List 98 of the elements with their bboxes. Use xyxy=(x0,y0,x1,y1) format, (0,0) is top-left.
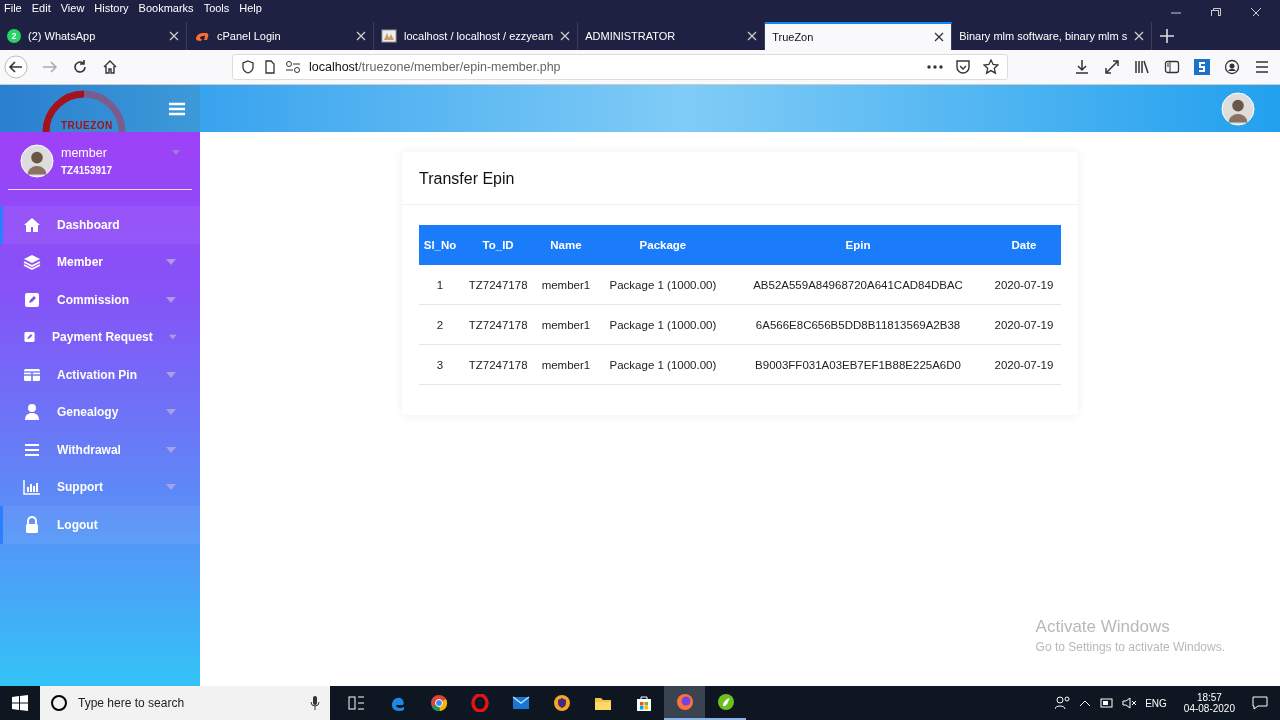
person-icon xyxy=(23,403,41,422)
sidebar-icon[interactable] xyxy=(1164,59,1180,75)
reload-icon[interactable] xyxy=(72,59,88,75)
user-name: member xyxy=(61,146,108,160)
search-input[interactable]: Type here to search xyxy=(76,695,302,711)
column-header: Sl_No xyxy=(419,225,462,265)
clock-time[interactable]: 18:57 xyxy=(1196,692,1222,703)
menu-item[interactable]: Edit xyxy=(31,2,51,14)
mail-icon[interactable] xyxy=(511,694,530,712)
nav-item[interactable]: Genealogy xyxy=(0,393,200,431)
nav-item[interactable]: Activation Pin xyxy=(0,356,200,394)
menu-item[interactable]: History xyxy=(94,2,129,14)
avatar[interactable] xyxy=(20,144,54,178)
nav-item[interactable]: Payment Request xyxy=(0,318,200,356)
star-icon[interactable] xyxy=(983,59,999,75)
chrome-icon[interactable] xyxy=(429,694,448,712)
table-cell: Package 1 (1000.00) xyxy=(596,304,730,345)
shield-icon xyxy=(241,60,255,74)
menu-icon[interactable] xyxy=(1254,59,1270,75)
language-indicator[interactable]: ENG xyxy=(1145,697,1167,709)
column-header: Epin xyxy=(729,225,987,265)
card-title: Transfer Epin xyxy=(419,170,515,187)
table-cell: AB52A559A84968720A641CAD84DBAC xyxy=(729,265,987,305)
menu-item[interactable]: View xyxy=(60,2,85,14)
chevron-up-icon[interactable] xyxy=(1080,700,1091,706)
windows-start-icon[interactable] xyxy=(12,695,28,711)
home-icon xyxy=(23,215,41,234)
nav-item[interactable]: Withdrawal xyxy=(0,431,200,469)
account-icon[interactable] xyxy=(1224,59,1240,75)
more-icon[interactable] xyxy=(927,65,943,69)
table-cell: member1 xyxy=(535,265,597,305)
download-icon[interactable] xyxy=(1074,59,1090,75)
permissions-icon xyxy=(285,60,301,74)
clock-date[interactable]: 04-08-2020 xyxy=(1183,703,1235,714)
library-icon[interactable] xyxy=(1134,59,1150,75)
column-header: Name xyxy=(535,225,597,265)
menu-item[interactable]: Tools xyxy=(203,2,230,14)
nav-item[interactable]: Member xyxy=(0,243,200,281)
menu-item[interactable]: Help xyxy=(239,2,262,14)
firefox-icon[interactable] xyxy=(675,693,694,711)
search-bar[interactable]: Type here to search xyxy=(40,686,330,720)
table-cell: TZ7247178 xyxy=(461,304,536,345)
table-cell: 2020-07-19 xyxy=(986,344,1061,385)
expand-icon[interactable] xyxy=(1104,59,1120,75)
table-cell: TZ7247178 xyxy=(461,265,536,305)
microphone-icon xyxy=(310,696,320,710)
user-id: TZ4153917 xyxy=(61,165,113,176)
activation-title: Activate Windows xyxy=(1035,617,1171,637)
store-bag-icon[interactable] xyxy=(634,694,653,712)
avatar[interactable] xyxy=(1221,91,1255,126)
table-cell: 1 xyxy=(419,265,462,305)
table-cell: member1 xyxy=(535,304,597,345)
menu-item[interactable]: Bookmarks xyxy=(138,2,194,14)
column-header: To_ID xyxy=(461,225,536,265)
activation-text: Go to Settings to activate Windows. xyxy=(1035,640,1225,654)
speaker-muted-icon[interactable] xyxy=(1122,697,1137,709)
extension-icon[interactable] xyxy=(1194,59,1210,75)
people-icon[interactable] xyxy=(1055,696,1072,710)
url-text: localhost/truezone/member/epin-member.php xyxy=(309,60,561,74)
table-cell: 2020-07-19 xyxy=(986,265,1061,305)
table-cell: TZ7247178 xyxy=(461,344,536,385)
shield-app-icon[interactable] xyxy=(552,694,571,712)
bar-chart-icon xyxy=(23,478,41,497)
lock-icon xyxy=(23,515,41,534)
search-circle-icon xyxy=(50,694,68,712)
table-cell: B9003FF031A03EB7EF1B88E225A6D0 xyxy=(729,344,987,385)
layers-icon xyxy=(23,253,41,272)
new-tab-icon[interactable] xyxy=(1160,29,1175,43)
restore-icon[interactable] xyxy=(1210,7,1222,19)
table-cell: 3 xyxy=(419,344,462,385)
table-cell: member1 xyxy=(535,344,597,385)
whatsapp-badge: 2 xyxy=(7,29,21,43)
notification-icon[interactable] xyxy=(1252,696,1268,710)
leaf-app-icon[interactable] xyxy=(716,693,735,711)
close-icon[interactable] xyxy=(934,32,945,42)
pencil-icon xyxy=(23,290,41,309)
table-cell: 2 xyxy=(419,304,462,345)
column-header: Date xyxy=(986,225,1061,265)
table-cell: 2020-07-19 xyxy=(986,304,1061,345)
menu-item[interactable]: File xyxy=(4,2,22,14)
table-cell: 6A566E8C656B5DD8B11813569A2B38 xyxy=(729,304,987,345)
tab-icon xyxy=(381,28,397,44)
pocket-icon[interactable] xyxy=(955,59,971,75)
page-icon xyxy=(263,60,277,74)
home-icon[interactable] xyxy=(102,59,118,75)
browser-tab[interactable]: TrueZon xyxy=(765,22,953,50)
battery-icon[interactable] xyxy=(1099,698,1114,708)
table-cell: Package 1 (1000.00) xyxy=(596,344,730,385)
task-view-icon[interactable] xyxy=(347,694,366,712)
menu-icon[interactable] xyxy=(169,101,185,116)
back-icon[interactable] xyxy=(4,55,28,79)
table-cell: Package 1 (1000.00) xyxy=(596,265,730,305)
column-header: Package xyxy=(596,225,730,265)
opera-icon[interactable] xyxy=(470,694,489,712)
logo: TRUEZON xyxy=(41,88,127,132)
nav-item[interactable]: Dashboard xyxy=(0,206,200,244)
nav-item[interactable]: Commission xyxy=(0,281,200,319)
address-bar[interactable]: localhost/truezone/member/epin-member.php xyxy=(232,54,1008,80)
